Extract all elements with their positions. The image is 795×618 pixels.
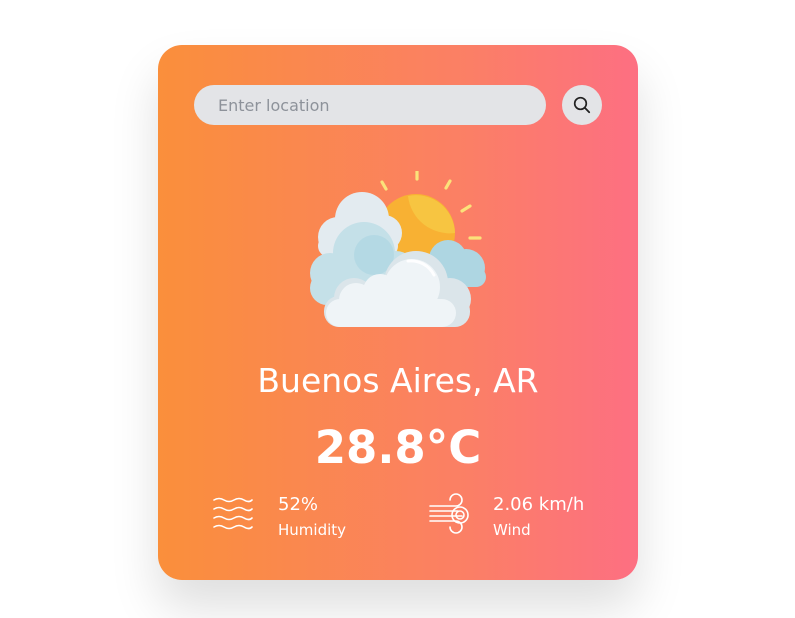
weather-card: Buenos Aires, AR 28.8°C 52% Humidity 2.0… <box>158 45 638 580</box>
search-button[interactable] <box>562 85 602 125</box>
wind-icon <box>429 493 469 534</box>
humidity-value: 52% <box>278 494 319 515</box>
humidity-waves-icon <box>213 497 253 530</box>
city-name: Buenos Aires, AR <box>257 361 539 400</box>
partly-cloudy-sun-icon <box>310 171 486 327</box>
wind-value: 2.06 km/h <box>493 494 585 515</box>
wind-label: Wind <box>493 521 531 539</box>
search-icon <box>573 96 591 114</box>
humidity-label: Humidity <box>278 521 347 539</box>
temperature: 28.8°C <box>314 421 482 474</box>
search-input[interactable] <box>194 85 546 125</box>
